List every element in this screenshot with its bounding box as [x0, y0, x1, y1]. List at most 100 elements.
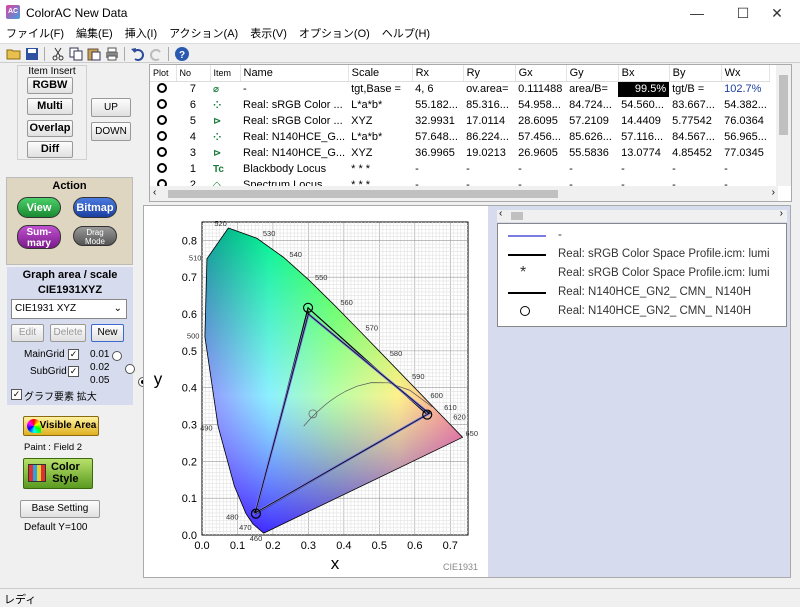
- legend-scroll-thumb[interactable]: [511, 212, 523, 220]
- table-cell[interactable]: Real: N140HCE_G...: [240, 129, 348, 145]
- table-cell[interactable]: 84.724...: [566, 97, 618, 113]
- table-cell[interactable]: XYZ: [348, 145, 412, 161]
- menu-edit[interactable]: 編集(E): [70, 26, 119, 42]
- table-cell[interactable]: 13.0774: [618, 145, 669, 161]
- undo-icon[interactable]: [130, 46, 146, 62]
- table-cell[interactable]: 57.456...: [515, 129, 566, 145]
- table-header-name[interactable]: Name: [240, 65, 349, 82]
- menu-options[interactable]: オプション(O): [293, 26, 376, 42]
- table-cell[interactable]: 26.9605: [515, 145, 566, 161]
- table-cell[interactable]: -: [618, 161, 669, 177]
- table-cell[interactable]: XYZ: [348, 113, 412, 129]
- scroll-right-icon[interactable]: ›: [772, 187, 775, 198]
- table-row[interactable]: 4 ⁘ Real: N140HCE_G... L*a*b* 57.648... 86.22…: [150, 129, 770, 145]
- table-cell[interactable]: -: [721, 161, 770, 177]
- table-cell[interactable]: 57.648...: [412, 129, 463, 145]
- table-cell[interactable]: 54.958...: [515, 97, 566, 113]
- table-cell[interactable]: 77.0345: [721, 145, 770, 161]
- table-cell[interactable]: 4.85452: [669, 145, 721, 161]
- table-cell[interactable]: 57.2109: [566, 113, 618, 129]
- table-cell[interactable]: 99.5%: [618, 81, 670, 97]
- table-header-ry[interactable]: Ry: [463, 65, 516, 82]
- table-cell[interactable]: Real: sRGB Color ...: [240, 113, 348, 129]
- cut-icon[interactable]: [50, 46, 66, 62]
- table-cell[interactable]: 55.5836: [566, 145, 618, 161]
- table-cell[interactable]: 4, 6: [412, 81, 463, 97]
- vertical-scrollbar[interactable]: [776, 65, 791, 186]
- table-cell[interactable]: 36.9965: [412, 145, 463, 161]
- chromaticity-plot[interactable]: * * * 520 530 540 510 550 560 500 570 580 590 490 600 6…: [144, 206, 488, 577]
- table-cell[interactable]: area/B=: [566, 81, 618, 97]
- table-cell[interactable]: 57.116...: [618, 129, 669, 145]
- up-button[interactable]: UP: [91, 98, 131, 117]
- open-folder-icon[interactable]: [6, 46, 22, 62]
- plot-toggle-icon[interactable]: [150, 145, 176, 161]
- table-header-gx[interactable]: Gx: [515, 65, 567, 82]
- plot-toggle-icon[interactable]: [150, 97, 176, 113]
- table-cell[interactable]: -: [240, 81, 348, 97]
- vertical-scroll-thumb[interactable]: [779, 75, 788, 135]
- table-row[interactable]: 7 ⌀ - tgt,Base = 4, 6 ov.area= 0.111488 area/B…: [150, 81, 770, 97]
- scale-select[interactable]: CIE1931 XYZ ⌄: [11, 299, 127, 319]
- table-header-by[interactable]: By: [669, 65, 722, 82]
- grid-radio-2[interactable]: [125, 364, 136, 375]
- table-header-scale[interactable]: Scale: [348, 65, 413, 82]
- table-cell[interactable]: -: [412, 161, 463, 177]
- table-cell[interactable]: tgt/B =: [669, 81, 721, 97]
- table-cell[interactable]: 54.382...: [721, 97, 770, 113]
- table-cell[interactable]: 84.567...: [669, 129, 721, 145]
- table-header-item[interactable]: Item: [210, 65, 241, 82]
- table-cell[interactable]: 17.0114: [463, 113, 515, 129]
- close-button[interactable]: ✕: [754, 0, 800, 26]
- table-header-rx[interactable]: Rx: [412, 65, 464, 82]
- table-header-wx[interactable]: Wx: [721, 65, 771, 82]
- horizontal-scrollbar[interactable]: ‹ ›: [150, 186, 778, 201]
- table-cell[interactable]: -: [566, 161, 618, 177]
- table-cell[interactable]: ov.area=: [463, 81, 515, 97]
- table-cell[interactable]: 76.0364: [721, 113, 770, 129]
- table-cell[interactable]: 56.965...: [721, 129, 770, 145]
- table-cell[interactable]: -: [669, 161, 721, 177]
- rgbw-button[interactable]: RGBW: [27, 77, 73, 94]
- table-cell[interactable]: 85.316...: [463, 97, 515, 113]
- edit-button[interactable]: Edit: [11, 324, 44, 342]
- scroll-left-icon[interactable]: ‹: [153, 187, 156, 198]
- table-cell[interactable]: -: [515, 161, 566, 177]
- table-header-gy[interactable]: Gy: [566, 65, 619, 82]
- legend-scroll-right-icon[interactable]: ›: [780, 208, 783, 219]
- table-cell[interactable]: -: [463, 161, 515, 177]
- expand-checkbox[interactable]: ✓: [11, 389, 22, 400]
- plot-toggle-icon[interactable]: [150, 161, 176, 177]
- table-cell[interactable]: 85.626...: [566, 129, 618, 145]
- legend-scroll-left-icon[interactable]: ‹: [499, 208, 502, 219]
- bitmap-button[interactable]: Bitmap: [73, 197, 117, 218]
- table-cell[interactable]: 86.224...: [463, 129, 515, 145]
- horizontal-scroll-thumb[interactable]: [168, 190, 558, 198]
- menu-insert[interactable]: 挿入(I): [119, 26, 163, 42]
- down-button[interactable]: DOWN: [91, 122, 131, 141]
- menu-action[interactable]: アクション(A): [163, 26, 244, 42]
- table-cell[interactable]: Blackbody Locus: [240, 161, 348, 177]
- visible-area-button[interactable]: Visible Area: [23, 416, 99, 436]
- table-cell[interactable]: tgt,Base =: [348, 81, 412, 97]
- overlap-button[interactable]: Overlap: [27, 120, 73, 137]
- table-row[interactable]: 5 ⊳ Real: sRGB Color ... XYZ 32.9931 17.0114…: [150, 113, 770, 129]
- print-icon[interactable]: [104, 46, 120, 62]
- color-style-button[interactable]: Color Style: [23, 458, 93, 489]
- summary-button[interactable]: Sum- mary: [17, 225, 61, 249]
- drag-mode-button[interactable]: Drag Mode: [73, 226, 117, 246]
- table-row[interactable]: 3 ⊳ Real: N140HCE_G... XYZ 36.9965 19.0213 26…: [150, 145, 770, 161]
- delete-button[interactable]: Delete: [50, 324, 86, 342]
- table-cell[interactable]: L*a*b*: [348, 129, 412, 145]
- menu-help[interactable]: ヘルプ(H): [376, 26, 436, 42]
- table-row[interactable]: 1 Tc Blackbody Locus * * * - - - - - - -: [150, 161, 770, 177]
- table-cell[interactable]: 5.77542: [669, 113, 721, 129]
- table-row[interactable]: 6 ⁘ Real: sRGB Color ... L*a*b* 55.182... 85.…: [150, 97, 770, 113]
- menu-file[interactable]: ファイル(F): [0, 26, 70, 42]
- paste-icon[interactable]: [86, 46, 102, 62]
- new-button[interactable]: New: [91, 324, 124, 342]
- table-cell[interactable]: 102.7%: [721, 81, 770, 97]
- copy-icon[interactable]: [68, 46, 84, 62]
- maingrid-checkbox[interactable]: ✓: [68, 349, 79, 360]
- table-cell[interactable]: 0.111488: [515, 81, 566, 97]
